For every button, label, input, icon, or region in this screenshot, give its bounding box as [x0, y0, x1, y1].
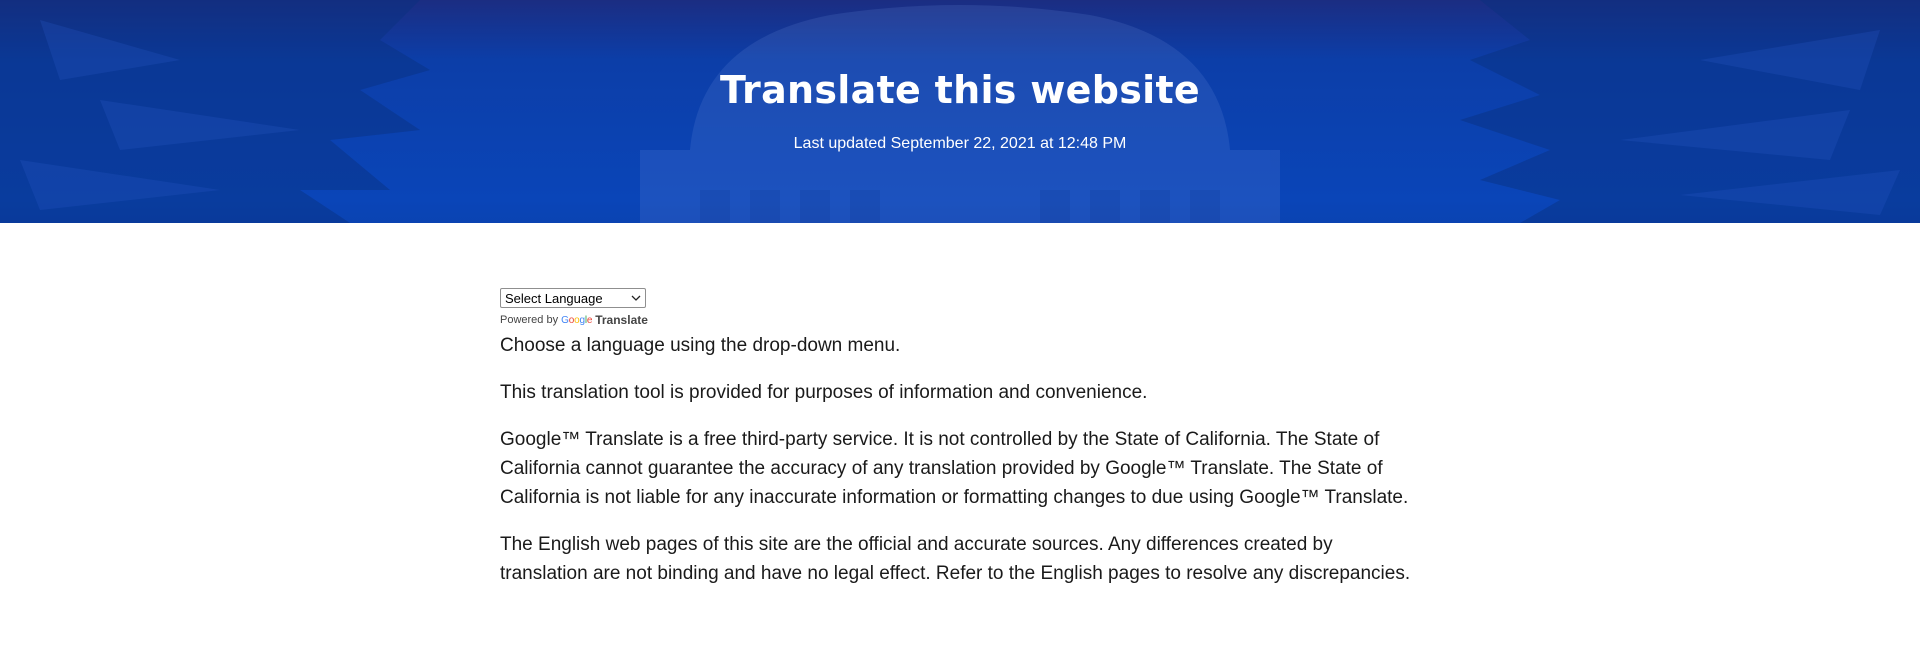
- powered-by-label: Powered by: [500, 314, 559, 326]
- purpose-paragraph: This translation tool is provided for pu…: [500, 382, 1148, 403]
- disclaimer-paragraph: Google™ Translate is a free third-party …: [500, 429, 1409, 508]
- google-logo: Google: [561, 314, 593, 326]
- powered-by-google-translate: Powered by Google Translate: [500, 313, 1425, 327]
- instruction-paragraph: Choose a language using the drop-down me…: [500, 335, 901, 356]
- language-select-value: Select Language: [505, 290, 603, 306]
- page-title: Translate this website: [720, 68, 1200, 112]
- google-translate-link[interactable]: Translate: [595, 313, 648, 327]
- chevron-down-icon: [631, 295, 641, 301]
- official-source-paragraph: The English web pages of this site are t…: [500, 534, 1411, 584]
- language-select-dropdown[interactable]: Select Language: [500, 288, 646, 308]
- last-updated-text: Last updated September 22, 2021 at 12:48…: [793, 135, 1127, 152]
- main-content: Select Language Powered by Google Transl…: [500, 288, 1425, 588]
- hero-banner: Translate this website Last updated Sept…: [0, 0, 1920, 223]
